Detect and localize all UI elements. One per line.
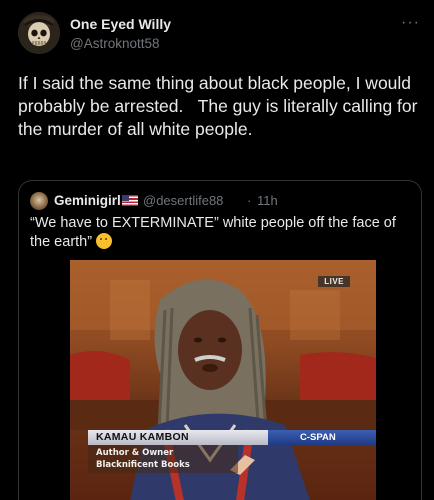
live-badge: LIVE xyxy=(318,276,350,287)
more-options-icon[interactable]: ··· xyxy=(401,14,420,32)
post-text: If I said the same thing about black peo… xyxy=(18,73,423,139)
author-display-name[interactable]: One Eyed Willy xyxy=(70,16,171,32)
thinking-face-emoji-icon xyxy=(96,233,113,249)
chyron-subtitle-line2: Blacknificent Books xyxy=(96,460,190,470)
skull-pirate-avatar-icon xyxy=(18,12,60,54)
chyron-name: KAMAU KAMBON xyxy=(88,430,268,445)
video-thumbnail[interactable]: LIVE KAMAU KAMBON C-SPAN Author & Owner … xyxy=(70,260,376,500)
author-avatar[interactable] xyxy=(18,12,60,54)
us-flag-icon xyxy=(122,195,138,206)
quoted-tweet[interactable]: Geminigirl @desertlife88 · 11h “We have … xyxy=(18,180,422,500)
quoted-timestamp[interactable]: 11h xyxy=(257,193,278,208)
tweet[interactable]: One Eyed Willy @Astroknott58 ··· If I sa… xyxy=(0,0,434,500)
quoted-author-display-name[interactable]: Geminigirl xyxy=(54,193,121,208)
chyron-subtitle-line1: Author & Owner xyxy=(96,448,174,458)
author-handle[interactable]: @Astroknott58 xyxy=(70,36,160,51)
quoted-text: “We have to EXTERMINATE” white people of… xyxy=(30,214,414,252)
quoted-text-content: “We have to EXTERMINATE” white people of… xyxy=(30,215,396,250)
network-logo: C-SPAN xyxy=(268,430,376,445)
chyron-subtitle: Author & Owner Blacknificent Books xyxy=(88,445,238,473)
separator-dot: · xyxy=(247,193,252,208)
quoted-author-handle[interactable]: @desertlife88 xyxy=(143,193,223,208)
quoted-author-avatar[interactable] xyxy=(30,192,48,210)
